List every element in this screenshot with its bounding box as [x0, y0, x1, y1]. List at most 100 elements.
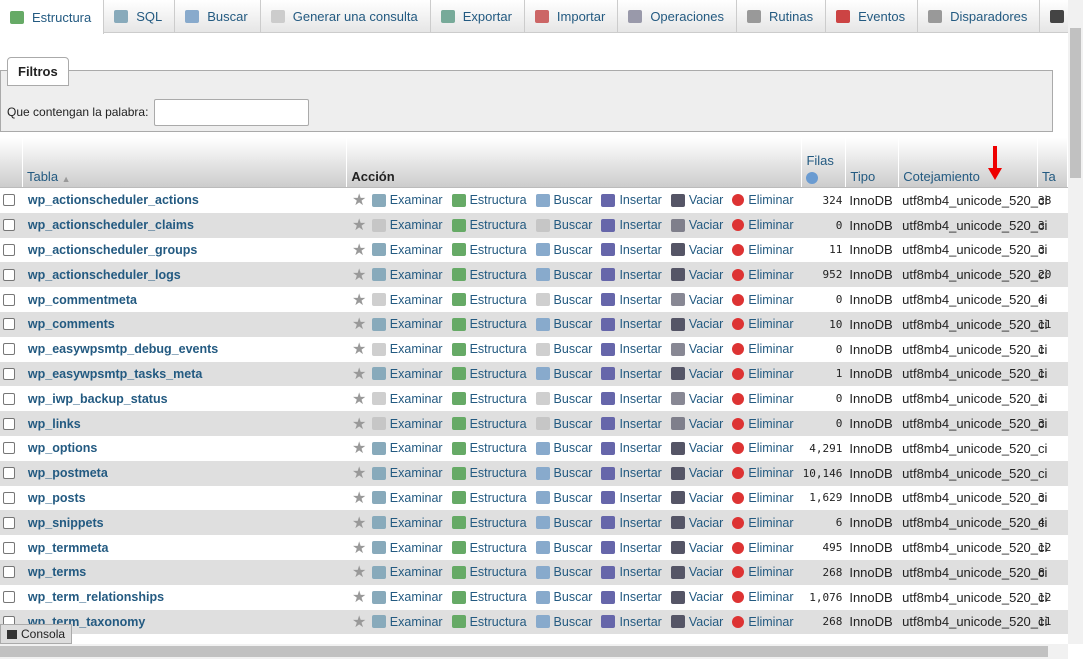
- table-name-link[interactable]: wp_actionscheduler_groups: [23, 243, 347, 257]
- search-link[interactable]: Buscar: [535, 392, 592, 406]
- row-checkbox[interactable]: [3, 442, 15, 455]
- drop-link[interactable]: Eliminar: [732, 193, 794, 207]
- row-checkbox[interactable]: [3, 367, 15, 380]
- empty-link[interactable]: Vaciar: [670, 218, 723, 232]
- search-link[interactable]: Buscar: [535, 243, 592, 257]
- table-name-link[interactable]: wp_easywpsmtp_tasks_meta: [23, 367, 347, 381]
- structure-link[interactable]: Estructura: [451, 590, 527, 604]
- empty-link[interactable]: Vaciar: [670, 367, 723, 381]
- search-link[interactable]: Buscar: [535, 441, 592, 455]
- favorite-star-icon[interactable]: ★: [347, 240, 372, 260]
- table-name-link[interactable]: wp_easywpsmtp_debug_events: [23, 342, 347, 356]
- structure-link[interactable]: Estructura: [451, 615, 527, 629]
- empty-link[interactable]: Vaciar: [670, 293, 723, 307]
- row-checkbox[interactable]: [3, 467, 15, 480]
- insert-link[interactable]: Insertar: [601, 367, 662, 381]
- structure-link[interactable]: Estructura: [451, 565, 527, 579]
- drop-link[interactable]: Eliminar: [732, 516, 794, 530]
- table-name-link[interactable]: wp_term_relationships: [23, 590, 347, 604]
- empty-link[interactable]: Vaciar: [670, 268, 723, 282]
- tab-operaciones[interactable]: Operaciones: [618, 0, 738, 32]
- favorite-star-icon[interactable]: ★: [347, 190, 372, 210]
- table-name-link[interactable]: wp_terms: [23, 565, 347, 579]
- row-checkbox[interactable]: [3, 243, 15, 256]
- drop-link[interactable]: Eliminar: [732, 565, 794, 579]
- browse-link[interactable]: Examinar: [371, 243, 443, 257]
- empty-link[interactable]: Vaciar: [670, 342, 723, 356]
- favorite-star-icon[interactable]: ★: [347, 538, 372, 558]
- empty-link[interactable]: Vaciar: [670, 466, 723, 480]
- favorite-star-icon[interactable]: ★: [347, 438, 372, 458]
- browse-link[interactable]: Examinar: [371, 516, 443, 530]
- search-link[interactable]: Buscar: [535, 466, 592, 480]
- tab-buscar[interactable]: Buscar: [175, 0, 261, 32]
- table-name-link[interactable]: wp_comments: [23, 317, 347, 331]
- structure-link[interactable]: Estructura: [451, 491, 527, 505]
- browse-link[interactable]: Examinar: [371, 193, 443, 207]
- tab-exportar[interactable]: Exportar: [430, 0, 525, 32]
- insert-link[interactable]: Insertar: [601, 565, 662, 579]
- structure-link[interactable]: Estructura: [451, 268, 527, 282]
- drop-link[interactable]: Eliminar: [732, 317, 794, 331]
- console-button[interactable]: Consola: [0, 624, 73, 644]
- browse-link[interactable]: Examinar: [371, 342, 443, 356]
- table-name-link[interactable]: wp_actionscheduler_actions: [23, 193, 347, 207]
- row-checkbox[interactable]: [3, 219, 15, 232]
- drop-link[interactable]: Eliminar: [732, 417, 794, 431]
- search-link[interactable]: Buscar: [535, 342, 592, 356]
- drop-link[interactable]: Eliminar: [732, 392, 794, 406]
- insert-link[interactable]: Insertar: [601, 317, 662, 331]
- structure-link[interactable]: Estructura: [451, 367, 527, 381]
- drop-link[interactable]: Eliminar: [732, 342, 794, 356]
- structure-link[interactable]: Estructura: [451, 392, 527, 406]
- browse-link[interactable]: Examinar: [371, 218, 443, 232]
- table-name-link[interactable]: wp_actionscheduler_logs: [23, 268, 347, 282]
- favorite-star-icon[interactable]: ★: [347, 414, 372, 434]
- row-checkbox[interactable]: [3, 194, 15, 207]
- empty-link[interactable]: Vaciar: [670, 516, 723, 530]
- drop-link[interactable]: Eliminar: [732, 466, 794, 480]
- favorite-star-icon[interactable]: ★: [347, 265, 372, 285]
- insert-link[interactable]: Insertar: [601, 243, 662, 257]
- row-checkbox[interactable]: [3, 343, 15, 356]
- table-name-link[interactable]: wp_actionscheduler_claims: [23, 218, 347, 232]
- empty-link[interactable]: Vaciar: [670, 491, 723, 505]
- favorite-star-icon[interactable]: ★: [347, 488, 372, 508]
- browse-link[interactable]: Examinar: [371, 317, 443, 331]
- drop-link[interactable]: Eliminar: [732, 218, 794, 232]
- browse-link[interactable]: Examinar: [371, 268, 443, 282]
- structure-link[interactable]: Estructura: [451, 466, 527, 480]
- drop-link[interactable]: Eliminar: [732, 243, 794, 257]
- structure-link[interactable]: Estructura: [451, 293, 527, 307]
- insert-link[interactable]: Insertar: [601, 193, 662, 207]
- browse-link[interactable]: Examinar: [371, 293, 443, 307]
- table-name-link[interactable]: wp_iwp_backup_status: [23, 392, 347, 406]
- structure-link[interactable]: Estructura: [451, 441, 527, 455]
- structure-link[interactable]: Estructura: [451, 243, 527, 257]
- search-link[interactable]: Buscar: [535, 417, 592, 431]
- search-link[interactable]: Buscar: [535, 268, 592, 282]
- header-size[interactable]: Ta: [1038, 138, 1068, 187]
- row-checkbox[interactable]: [3, 516, 15, 529]
- drop-link[interactable]: Eliminar: [732, 293, 794, 307]
- browse-link[interactable]: Examinar: [371, 367, 443, 381]
- favorite-star-icon[interactable]: ★: [347, 314, 372, 334]
- empty-link[interactable]: Vaciar: [670, 193, 723, 207]
- favorite-star-icon[interactable]: ★: [347, 389, 372, 409]
- favorite-star-icon[interactable]: ★: [347, 364, 372, 384]
- browse-link[interactable]: Examinar: [371, 417, 443, 431]
- insert-link[interactable]: Insertar: [601, 615, 662, 629]
- structure-link[interactable]: Estructura: [451, 218, 527, 232]
- row-checkbox[interactable]: [3, 268, 15, 281]
- drop-link[interactable]: Eliminar: [732, 491, 794, 505]
- insert-link[interactable]: Insertar: [601, 541, 662, 555]
- search-link[interactable]: Buscar: [535, 293, 592, 307]
- empty-link[interactable]: Vaciar: [670, 541, 723, 555]
- insert-link[interactable]: Insertar: [601, 417, 662, 431]
- row-checkbox[interactable]: [3, 392, 15, 405]
- search-link[interactable]: Buscar: [535, 317, 592, 331]
- table-name-link[interactable]: wp_links: [23, 417, 347, 431]
- search-link[interactable]: Buscar: [535, 565, 592, 579]
- favorite-star-icon[interactable]: ★: [347, 339, 372, 359]
- search-link[interactable]: Buscar: [535, 218, 592, 232]
